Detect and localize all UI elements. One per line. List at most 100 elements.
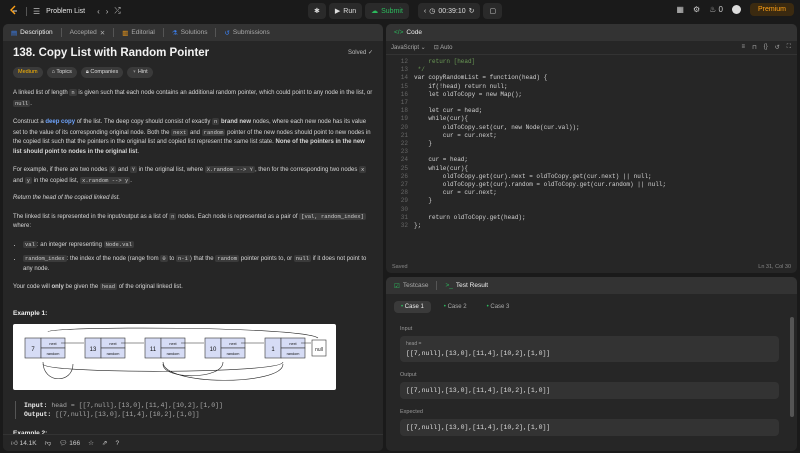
hint-tag[interactable]: ♀ Hint: [127, 66, 153, 78]
tab-solutions[interactable]: ⚗ Solutions: [168, 29, 212, 37]
favorite-button[interactable]: ☆: [88, 439, 94, 447]
list-node: 10 next random: [204, 337, 264, 359]
braces-icon[interactable]: {}: [764, 44, 768, 51]
code-icon: </>: [394, 29, 404, 36]
input-value: [[7,null],[13,0],[11,4],[10,2],[1,0]]: [406, 350, 551, 357]
fullscreen-icon[interactable]: ⛶: [787, 44, 791, 51]
line-number: 13: [400, 66, 408, 74]
debug-button[interactable]: ✱: [308, 3, 326, 19]
node-random-label: random: [47, 352, 60, 356]
fire-icon: ♨: [709, 5, 717, 14]
line-number: 12: [400, 58, 408, 65]
deep-copy-link[interactable]: deep copy: [45, 119, 75, 125]
node-next-label: next: [49, 342, 57, 346]
case-2[interactable]: • Case 2: [437, 301, 474, 313]
language-select[interactable]: JavaScript ⌄: [391, 44, 426, 51]
problem-list-link[interactable]: Problem List: [46, 8, 85, 15]
line-number: 24: [400, 156, 408, 164]
settings-icon[interactable]: ⚙: [693, 5, 700, 14]
layout-icon[interactable]: ▦: [676, 5, 684, 14]
tab-test-result[interactable]: >_ Test Result: [441, 282, 492, 289]
result-tabs: ☑ Testcase >_ Test Result: [386, 277, 797, 294]
notifications[interactable]: ♨ 0: [709, 5, 723, 14]
like-button[interactable]: 👍︎ 14.1K: [11, 439, 37, 447]
run-button[interactable]: ▶ Run: [328, 3, 363, 19]
paragraph: The linked list is represented in the in…: [13, 212, 366, 229]
code-line: oldToCopy.get(cur).random = oldToCopy.ge…: [414, 181, 667, 188]
checkbox-icon: ☑: [394, 282, 400, 290]
cloud-upload-icon: ☁: [371, 8, 379, 15]
line-number: 27: [400, 181, 408, 188]
line-number: 29: [400, 197, 408, 205]
node-next-label: next: [169, 342, 177, 346]
output-box: [[7,null],[13,0],[11,4],[10,2],[1,0]]: [400, 382, 779, 399]
timer[interactable]: ‹ ◷ 00:39:10 ↻: [417, 3, 481, 19]
paragraph: Construct a deep copy of the list. The d…: [13, 118, 371, 155]
reset-icon[interactable]: ↺: [775, 44, 780, 51]
notes-button[interactable]: ▢: [483, 3, 503, 19]
auto-toggle[interactable]: ⊡ Auto: [434, 44, 453, 51]
notes-icon[interactable]: ≡: [742, 44, 746, 51]
tab-editorial[interactable]: ▥ Editorial: [118, 29, 159, 37]
comments-button[interactable]: 💬︎ 166: [59, 439, 80, 447]
thumbs-up-icon: 👍︎: [11, 440, 18, 447]
code-editor[interactable]: 12 return [head] 13 */ 14 var copyRandomLis…: [386, 58, 797, 273]
premium-button[interactable]: Premium: [749, 3, 794, 16]
code-line: */: [414, 66, 425, 74]
avatar[interactable]: [731, 5, 741, 14]
tab-description[interactable]: ▤ Description: [7, 29, 57, 37]
line-number: 26: [400, 172, 408, 180]
line-number: 30: [400, 205, 408, 213]
list-icon: ☰: [33, 6, 41, 16]
divider: [162, 28, 164, 37]
paragraph: Your code will only be given the head of…: [13, 283, 183, 290]
tab-testcase[interactable]: ☑ Testcase: [390, 282, 432, 290]
code-line: };: [414, 222, 422, 229]
expected-value: [[7,null],[13,0],[11,4],[10,2],[1,0]]: [406, 424, 551, 431]
description-tabs: ▤ Description Accepted ✕ ▥ Editorial ⚗ Solut…: [3, 24, 383, 41]
line-number: 22: [400, 140, 408, 147]
line-number: 32: [400, 222, 408, 229]
share-button[interactable]: ⇗: [102, 439, 107, 447]
next-problem-icon[interactable]: ›: [106, 7, 109, 16]
line-number: 14: [400, 74, 408, 82]
node-next-label: next: [109, 342, 117, 346]
topics-tag[interactable]: ⌂ Topics: [46, 66, 77, 78]
timer-value: 00:39:10: [438, 7, 466, 15]
example-title: Example 1:: [13, 309, 48, 317]
prev-problem-icon[interactable]: ‹: [97, 7, 100, 16]
tab-code[interactable]: </> Code: [390, 29, 426, 36]
bookmark-icon[interactable]: ⊓: [752, 44, 757, 51]
expected-box: [[7,null],[13,0],[11,4],[10,2],[1,0]]: [400, 419, 779, 436]
input-label: Input: [400, 326, 413, 332]
notification-count: 0: [718, 5, 723, 14]
description-footer: 👍︎ 14.1K 👎︎ 💬︎ 166 ☆ ⇗ ?: [3, 434, 383, 451]
scrollbar[interactable]: [790, 317, 794, 417]
shuffle-icon[interactable]: ⤮: [114, 6, 120, 16]
case-1[interactable]: • Case 1: [394, 301, 431, 313]
list-node: 7nextrandom: [24, 337, 84, 359]
input-box: head = [[7,null],[13,0],[11,4],[10,2],[1…: [400, 336, 779, 362]
code-line: }: [414, 197, 433, 205]
star-icon: ☆: [88, 440, 94, 447]
node-random-label: random: [107, 352, 120, 356]
code-line: return [head]: [414, 58, 476, 65]
submit-button[interactable]: ☁ Submit: [365, 3, 409, 19]
case-3[interactable]: • Case 3: [480, 301, 517, 313]
code-line: let oldToCopy = new Map();: [414, 90, 523, 98]
code-line: while(cur){: [414, 115, 469, 123]
code-panel: </> Code JavaScript ⌄ ⊡ Auto ≡ ⊓ {} ↺ ⛶ 1…: [386, 24, 797, 273]
thumbs-down-icon: 👎︎: [44, 440, 52, 447]
divider: [436, 281, 438, 290]
dislike-button[interactable]: 👎︎: [45, 439, 52, 447]
list-node: 1nextrandom: [264, 337, 311, 359]
help-button[interactable]: ?: [115, 440, 119, 447]
tab-submissions[interactable]: ↺ Submissions: [220, 29, 273, 37]
close-icon[interactable]: ✕: [100, 29, 105, 37]
tab-accepted[interactable]: Accepted ✕: [66, 29, 110, 37]
leetcode-logo[interactable]: [8, 5, 20, 17]
paragraph: Return the head of the copied linked lis…: [13, 195, 121, 201]
flask-icon: ⚗: [171, 29, 178, 37]
companies-tag[interactable]: 🔒︎ Companies: [80, 66, 124, 78]
submit-label: Submit: [381, 7, 403, 15]
